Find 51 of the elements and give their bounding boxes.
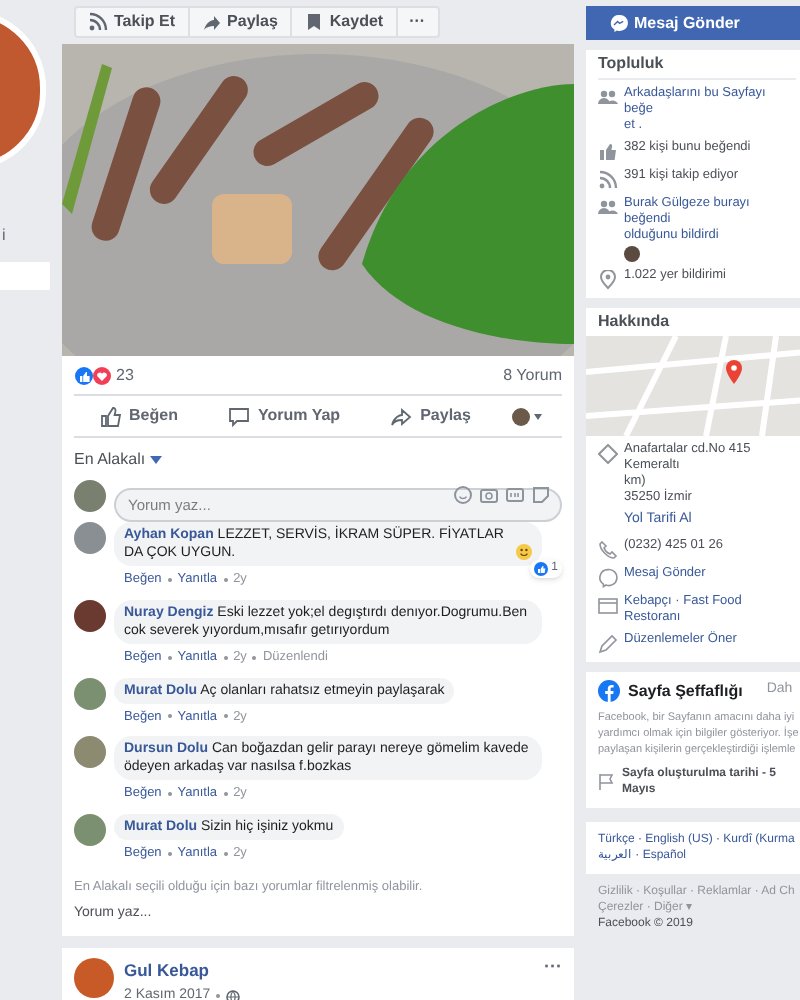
page-avatar <box>74 958 114 998</box>
globe-icon <box>226 989 241 1000</box>
sticker-icon <box>532 486 550 504</box>
avatar <box>74 599 106 632</box>
avatar <box>74 522 106 554</box>
like-icon <box>533 562 548 576</box>
phone-icon <box>598 539 618 559</box>
avatar <box>74 479 106 511</box>
share-arrow-icon <box>201 12 222 32</box>
card-title: Sayfa Şeffaflığı <box>628 679 743 703</box>
comment-button[interactable]: Yorum Yap <box>220 400 349 432</box>
facebook-logo-icon <box>598 680 620 702</box>
avatar <box>74 736 106 769</box>
diamond-sign-icon <box>598 444 618 464</box>
more-button[interactable]: ··· <box>544 958 562 974</box>
flag-icon <box>598 772 616 790</box>
map-pin-icon <box>598 270 618 290</box>
reaction-icons <box>74 365 112 385</box>
card-title: Topluluk <box>598 50 796 80</box>
people-icon <box>598 88 618 108</box>
thumbs-up-icon <box>598 142 618 162</box>
tag-icon <box>598 595 618 615</box>
reaction-count[interactable]: 23 <box>116 363 134 387</box>
people-icon <box>598 198 618 218</box>
like-icon <box>99 405 122 427</box>
messenger-icon <box>598 567 618 587</box>
avatar <box>74 677 106 709</box>
rss-icon <box>598 170 618 190</box>
sort-dropdown[interactable]: En Alakalı <box>74 448 162 472</box>
like-button[interactable]: Beğen <box>91 400 186 432</box>
gif-icon <box>506 486 524 504</box>
messenger-icon <box>610 14 628 32</box>
message-button[interactable]: Mesaj Gönder <box>586 6 800 40</box>
action-button[interactable]: Takip Et <box>76 8 188 36</box>
share-arrow-icon <box>390 405 413 427</box>
caret-icon <box>149 456 162 464</box>
action-button[interactable]: Paylaş <box>187 8 290 36</box>
rss-icon <box>88 12 108 32</box>
avatar <box>74 814 106 846</box>
action-button[interactable]: Kaydet <box>289 8 396 36</box>
comment-count[interactable]: 8 Yorum <box>503 363 562 387</box>
share-button[interactable]: Paylaş <box>382 400 479 432</box>
pencil-icon <box>598 633 618 653</box>
bookmark-icon <box>303 12 324 32</box>
sidebar-text: i <box>2 224 6 248</box>
profile-selector-icon <box>512 407 545 425</box>
comment-icon <box>228 405 250 427</box>
more-button[interactable]: ··· <box>395 8 438 36</box>
camera-icon <box>480 486 498 504</box>
post-author[interactable]: Gul Kebap <box>124 958 544 984</box>
emoji-icon <box>454 486 472 504</box>
